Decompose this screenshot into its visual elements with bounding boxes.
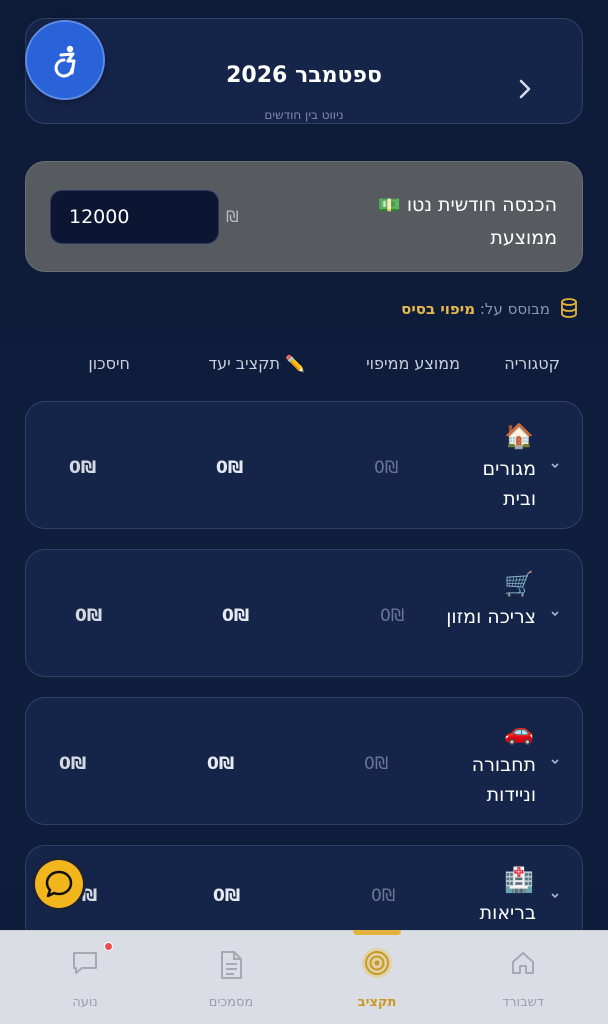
currency-symbol: ₪ bbox=[226, 207, 239, 226]
category-name: צריכה ומזון bbox=[446, 606, 536, 628]
chevron-down-icon[interactable] bbox=[550, 610, 560, 618]
budget-value[interactable]: 0₪ bbox=[213, 886, 240, 906]
income-label-block: 💵 הכנסה חודשית נטו ממוצעת bbox=[347, 189, 557, 254]
column-header-average: ממוצע ממיפוי bbox=[366, 354, 460, 373]
budget-value[interactable]: 0₪ bbox=[207, 754, 234, 774]
home-icon bbox=[512, 952, 534, 974]
based-on-text: מבוסס על: מיפוי בסיס bbox=[401, 300, 550, 318]
savings-value: 0₪ bbox=[75, 606, 103, 626]
based-on-prefix: מבוסס על: bbox=[479, 300, 550, 318]
average-value: 0₪ bbox=[374, 458, 399, 478]
nav-dashboard[interactable]: דשבורד bbox=[447, 931, 599, 1024]
chevron-down-icon[interactable] bbox=[550, 892, 560, 900]
nav-documents[interactable]: מסמכים bbox=[155, 931, 307, 1024]
chat-icon bbox=[73, 952, 97, 974]
hospital-icon: 🏥 bbox=[504, 866, 534, 894]
average-value: 0₪ bbox=[371, 886, 396, 906]
month-title: ספטמבר 2026 bbox=[226, 63, 382, 88]
bottom-navigation: דשבורד תקציב מסמכים נועה bbox=[0, 930, 608, 1024]
document-icon bbox=[221, 951, 242, 979]
category-name: מגורים ובית bbox=[482, 458, 537, 510]
average-value: 0₪ bbox=[380, 606, 405, 626]
income-input[interactable] bbox=[50, 190, 219, 244]
active-tab-indicator bbox=[353, 930, 401, 935]
nav-label: נועה bbox=[72, 995, 98, 1010]
month-navigation-card: ספטמבר 2026 ניווט בין חודשים bbox=[25, 18, 583, 124]
column-header-category: קטגוריה bbox=[504, 354, 560, 373]
category-row-housing[interactable]: 🏠 מגורים ובית 0₪ 0₪ 0₪ bbox=[25, 401, 583, 529]
nav-budget[interactable]: תקציב bbox=[301, 931, 453, 1024]
budget-value[interactable]: 0₪ bbox=[216, 458, 243, 478]
cart-icon: 🛒 bbox=[504, 570, 534, 598]
budget-value[interactable]: 0₪ bbox=[222, 606, 249, 626]
savings-value: 0₪ bbox=[59, 754, 87, 774]
chevron-right-icon[interactable] bbox=[518, 77, 532, 101]
accessibility-icon bbox=[54, 45, 76, 78]
chevron-down-icon[interactable] bbox=[550, 758, 560, 766]
category-name: בריאות bbox=[479, 902, 536, 924]
money-icon: 💵 bbox=[378, 195, 401, 216]
nav-label: תקציב bbox=[357, 995, 397, 1010]
nav-noa[interactable]: נועה bbox=[9, 931, 161, 1024]
savings-value: 0₪ bbox=[69, 458, 97, 478]
chat-bubble-icon bbox=[45, 870, 73, 898]
nav-label: מסמכים bbox=[208, 995, 254, 1010]
column-header-savings: חיסכון bbox=[88, 354, 130, 373]
category-name: תחבורה וניידות bbox=[471, 754, 536, 806]
car-icon: 🚗 bbox=[504, 718, 534, 746]
nav-label: דשבורד bbox=[502, 995, 544, 1010]
target-icon bbox=[362, 948, 392, 978]
chat-assistant-button[interactable] bbox=[35, 860, 83, 908]
category-row-transport[interactable]: 🚗 תחבורה וניידות 0₪ 0₪ 0₪ bbox=[25, 697, 583, 825]
house-icon: 🏠 bbox=[504, 422, 534, 450]
base-mapping-link[interactable]: מיפוי בסיס bbox=[401, 300, 475, 318]
column-header-budget: תקציב יעד ✏️ bbox=[208, 354, 305, 373]
chevron-down-icon[interactable] bbox=[550, 462, 560, 470]
notification-dot bbox=[104, 942, 113, 951]
database-icon bbox=[561, 298, 577, 318]
accessibility-button[interactable] bbox=[25, 20, 105, 100]
category-row-food[interactable]: 🛒 צריכה ומזון 0₪ 0₪ 0₪ bbox=[25, 549, 583, 677]
month-subtitle: ניווט בין חודשים bbox=[264, 108, 344, 122]
average-value: 0₪ bbox=[364, 754, 389, 774]
income-label: הכנסה חודשית נטו ממוצעת bbox=[406, 194, 557, 249]
